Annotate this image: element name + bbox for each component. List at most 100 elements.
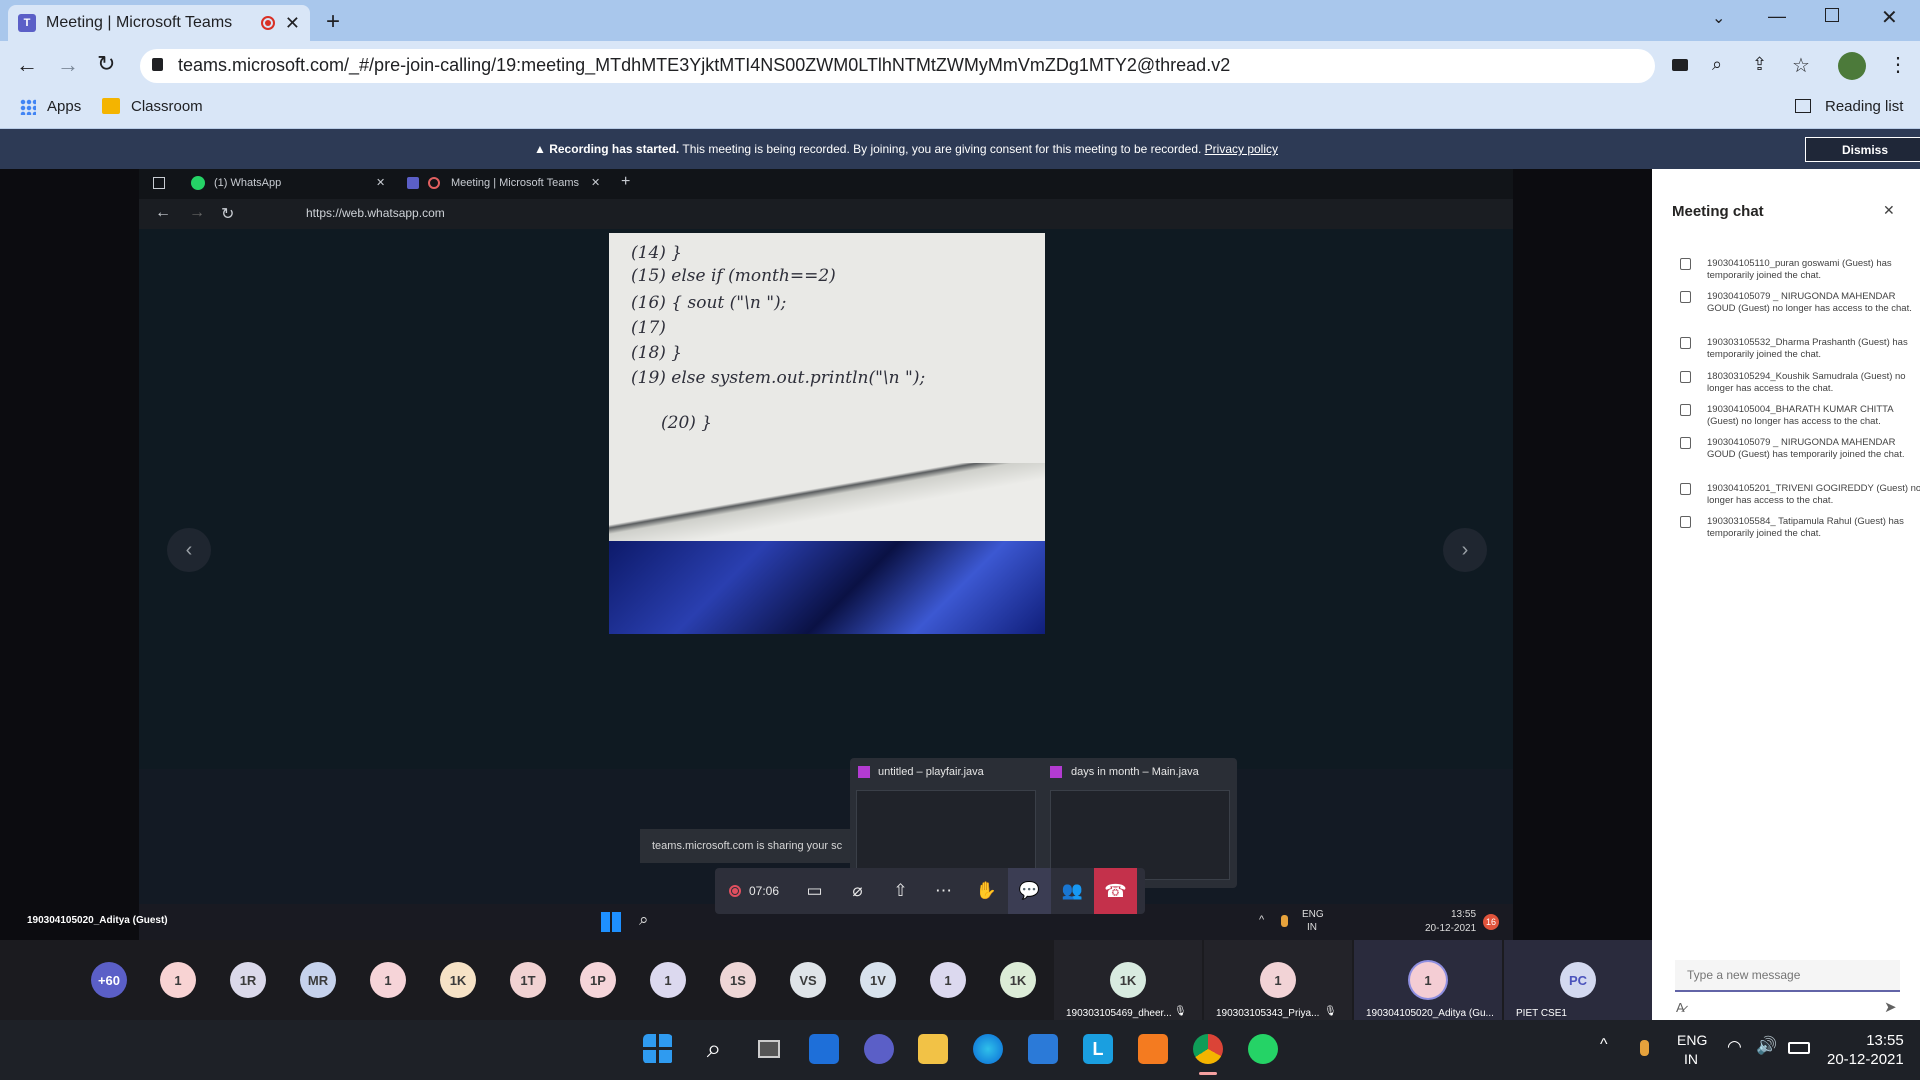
shared-notification-badge: 16 bbox=[1483, 914, 1499, 930]
start-icon[interactable] bbox=[643, 1034, 673, 1064]
close-tab-icon[interactable]: ✕ bbox=[285, 13, 300, 34]
system-clock[interactable]: 13:55 20-12-2021 bbox=[1827, 1031, 1904, 1069]
privacy-policy-link[interactable]: Privacy policy bbox=[1205, 142, 1278, 156]
close-window-button[interactable]: ✕ bbox=[1881, 5, 1898, 30]
avatar[interactable]: 1P bbox=[580, 962, 616, 998]
participant-name: 190304105020_Aditya (Gu... bbox=[1366, 1008, 1494, 1019]
preview-title-1[interactable]: untitled – playfair.java bbox=[878, 766, 984, 778]
menu-icon[interactable]: ⋮ bbox=[1888, 52, 1908, 77]
bookmark-star-icon[interactable]: ☆ bbox=[1792, 53, 1810, 78]
avatar[interactable]: 1K bbox=[1000, 962, 1036, 998]
minimize-button[interactable]: — bbox=[1768, 6, 1786, 27]
avatar[interactable]: VS bbox=[790, 962, 826, 998]
shared-tab-strip: (1) WhatsApp ✕ Meeting | Microsoft Teams… bbox=[139, 169, 1513, 199]
lens-app-icon[interactable]: L bbox=[1083, 1034, 1113, 1064]
back-icon[interactable]: ← bbox=[16, 52, 38, 78]
browser-tab[interactable]: T Meeting | Microsoft Teams ✕ bbox=[8, 5, 310, 41]
participant-tile[interactable]: PC PIET CSE1 bbox=[1504, 940, 1652, 1020]
handwriting-line-4: (17) bbox=[631, 318, 666, 338]
send-icon[interactable]: ➤ bbox=[1884, 998, 1897, 1016]
meeting-timer: 07:06 bbox=[748, 884, 780, 898]
new-tab-button[interactable]: + bbox=[326, 8, 340, 36]
xampp-icon[interactable] bbox=[1138, 1034, 1168, 1064]
lang-line-1[interactable]: ENG bbox=[1677, 1032, 1707, 1048]
forward-icon[interactable]: → bbox=[57, 52, 79, 78]
sharing-notice: teams.microsoft.com is sharing your sc bbox=[640, 829, 850, 863]
task-view-icon[interactable] bbox=[754, 1034, 784, 1064]
bookmark-classroom[interactable]: Classroom bbox=[131, 98, 203, 115]
reading-list[interactable]: Reading list bbox=[1825, 98, 1903, 115]
hang-up-button[interactable]: ☎ bbox=[1094, 868, 1137, 914]
avatar[interactable]: 1S bbox=[720, 962, 756, 998]
apps-icon[interactable] bbox=[20, 99, 36, 115]
whatsapp-icon[interactable] bbox=[1248, 1034, 1278, 1064]
bookmark-apps[interactable]: Apps bbox=[47, 98, 81, 115]
camera-icon[interactable] bbox=[1672, 59, 1688, 71]
avatar: PC bbox=[1560, 962, 1596, 998]
raise-hand-icon[interactable]: ✋ bbox=[965, 868, 1008, 914]
previous-arrow-icon[interactable]: ‹ bbox=[167, 528, 211, 572]
tray-chevron-icon[interactable]: ^ bbox=[1600, 1036, 1608, 1054]
avatar[interactable]: 1 bbox=[930, 962, 966, 998]
chat-icon[interactable]: 💬 bbox=[1008, 868, 1051, 914]
handwriting-line-6: (19) else system.out.println("\n "); bbox=[631, 368, 926, 388]
recording-icon bbox=[260, 16, 275, 30]
battery-icon[interactable] bbox=[1788, 1042, 1810, 1054]
more-actions-icon[interactable]: ⋯ bbox=[922, 868, 965, 914]
preview-title-2[interactable]: days in month – Main.java bbox=[1071, 766, 1199, 778]
edge-icon[interactable] bbox=[973, 1034, 1003, 1064]
avatar[interactable]: +60 bbox=[91, 962, 127, 998]
participant-name: 190303105469_dheer... bbox=[1066, 1008, 1172, 1019]
participant-tile[interactable]: 1K 190303105469_dheer... 🎙 bbox=[1054, 940, 1202, 1020]
teams-chat-icon[interactable] bbox=[864, 1034, 894, 1064]
avatar[interactable]: MR bbox=[300, 962, 336, 998]
meeting-controls: 07:06 ▭ ⌀ ⇧ ⋯ ✋ 💬 👥 ☎ bbox=[715, 868, 1145, 914]
chat-message: 190304105201_TRIVENI GOGIREDDY (Guest) n… bbox=[1707, 483, 1920, 506]
chat-event-icon bbox=[1680, 337, 1691, 349]
avatar[interactable]: 1 bbox=[650, 962, 686, 998]
close-chat-icon[interactable]: ✕ bbox=[1883, 202, 1895, 219]
next-arrow-icon[interactable]: › bbox=[1443, 528, 1487, 572]
chat-event-icon bbox=[1680, 404, 1691, 416]
widgets-icon[interactable] bbox=[809, 1034, 839, 1064]
file-explorer-icon[interactable] bbox=[918, 1034, 948, 1064]
dismiss-button[interactable]: Dismiss bbox=[1805, 137, 1920, 162]
tab-search-icon[interactable]: ⌄ bbox=[1712, 8, 1725, 28]
avatar[interactable]: 1 bbox=[370, 962, 406, 998]
zoom-icon[interactable]: ⌕ bbox=[1712, 54, 1722, 75]
chat-event-icon bbox=[1680, 437, 1691, 449]
chat-message-input[interactable] bbox=[1675, 960, 1900, 992]
chat-event-icon bbox=[1680, 516, 1691, 528]
recording-indicator: 07:06 bbox=[715, 868, 793, 914]
avatar[interactable]: 1R bbox=[230, 962, 266, 998]
maximize-button[interactable] bbox=[1825, 8, 1839, 22]
lang-line-2[interactable]: IN bbox=[1684, 1051, 1698, 1067]
avatar[interactable]: 1V bbox=[860, 962, 896, 998]
profile-avatar[interactable] bbox=[1838, 52, 1866, 80]
reload-icon[interactable]: ↻ bbox=[97, 51, 115, 77]
shared-lang-2: IN bbox=[1307, 922, 1317, 933]
mic-off-icon[interactable]: ⌀ bbox=[836, 868, 879, 914]
share-icon[interactable]: ⇪ bbox=[1752, 54, 1767, 75]
avatar[interactable]: 1K bbox=[440, 962, 476, 998]
camera-off-icon[interactable]: ▭ bbox=[793, 868, 836, 914]
preview-thumbnail-2[interactable] bbox=[1050, 790, 1230, 880]
avatar[interactable]: 1T bbox=[510, 962, 546, 998]
wifi-icon[interactable]: ◠ bbox=[1727, 1037, 1742, 1057]
mail-icon[interactable] bbox=[1028, 1034, 1058, 1064]
search-icon[interactable]: ⌕ bbox=[699, 1033, 729, 1064]
avatar[interactable]: 1 bbox=[160, 962, 196, 998]
handwritten-code-photo: (14) } (15) else if (month==2) (16) { so… bbox=[609, 233, 1045, 541]
participant-tile[interactable]: 1 190303105343_Priya... 🎙 bbox=[1204, 940, 1352, 1020]
preview-thumbnail-1[interactable] bbox=[856, 790, 1036, 880]
bookmarks-bar bbox=[0, 91, 1920, 129]
participant-tile[interactable]: 1 190304105020_Aditya (Gu... bbox=[1354, 940, 1502, 1020]
chrome-icon[interactable] bbox=[1193, 1034, 1223, 1064]
share-tray-icon[interactable]: ⇧ bbox=[879, 868, 922, 914]
clock-time: 13:55 bbox=[1866, 1032, 1904, 1049]
recording-banner: ▲ Recording has started. This meeting is… bbox=[0, 129, 1920, 169]
volume-icon[interactable]: 🔊 bbox=[1756, 1036, 1777, 1056]
participants-icon[interactable]: 👥 bbox=[1051, 868, 1094, 914]
format-icon[interactable]: A̷ bbox=[1676, 1000, 1685, 1015]
chat-message: 190304105110_puran goswami (Guest) has t… bbox=[1707, 258, 1892, 281]
